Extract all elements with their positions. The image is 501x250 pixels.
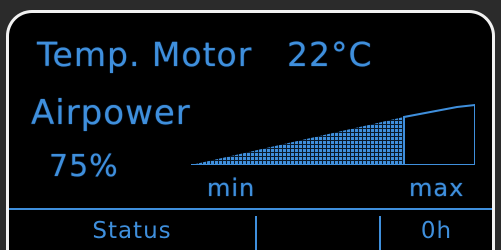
airpower-level-bar — [191, 101, 475, 165]
status-bar: Status 0h — [9, 208, 492, 250]
hours-label: 0h — [420, 218, 453, 244]
temp-motor-label: Temp. Motor — [37, 35, 253, 74]
lcd-display-panel: Temp. Motor 22°C Airpower 75% min max St… — [6, 10, 495, 250]
temp-motor-value: 22°C — [287, 35, 373, 74]
hours-counter[interactable]: 0h — [381, 218, 492, 250]
status-label: Status — [92, 218, 172, 244]
scale-min-label: min — [207, 174, 256, 202]
middle-softkey[interactable] — [257, 218, 379, 250]
airpower-fill — [191, 101, 404, 165]
airpower-ramp-graph — [191, 101, 475, 165]
airpower-label: Airpower — [31, 93, 191, 133]
airpower-percent: 75% — [49, 149, 119, 184]
scale-max-label: max — [409, 174, 465, 202]
status-button[interactable]: Status — [9, 218, 255, 250]
